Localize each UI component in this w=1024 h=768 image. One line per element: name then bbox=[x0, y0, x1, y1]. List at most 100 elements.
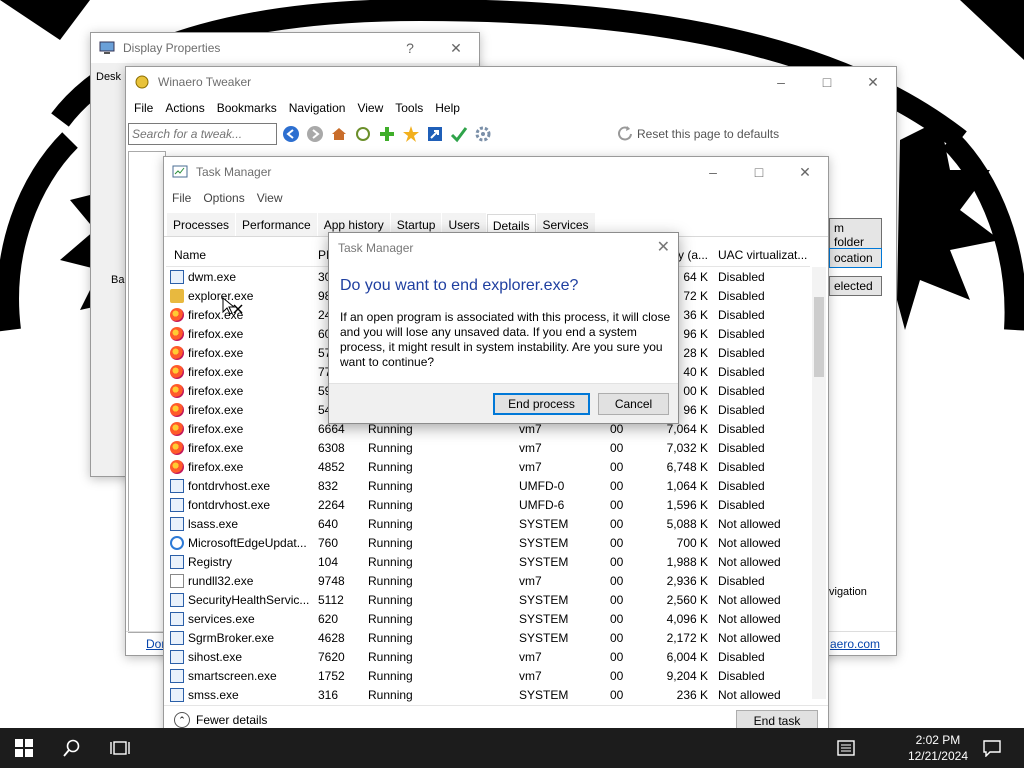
end-process-dialog: Task Manager ✕ Do you want to end explor… bbox=[328, 232, 679, 424]
table-row[interactable]: smss.exe 316 Running SYSTEM 00 236 K Not allow… bbox=[166, 685, 810, 704]
star-icon[interactable] bbox=[401, 124, 421, 144]
table-row[interactable]: fontdrvhost.exe 2264 Running UMFD-6 00 1,596 … bbox=[166, 495, 810, 514]
home-icon[interactable] bbox=[329, 124, 349, 144]
process-name-text: firefox.exe bbox=[188, 440, 244, 455]
process-user: SYSTEM bbox=[519, 687, 569, 702]
notifications-button[interactable] bbox=[968, 728, 1016, 768]
table-row[interactable]: SecurityHealthServic... 5112 Running SYSTEM… bbox=[166, 590, 810, 609]
table-row[interactable]: SgrmBroker.exe 4628 Running SYSTEM 00 2,172 K… bbox=[166, 628, 810, 647]
close-icon[interactable]: ✕ bbox=[657, 237, 670, 257]
menu-view[interactable]: View bbox=[351, 101, 389, 115]
menu-file[interactable]: File bbox=[128, 101, 159, 115]
tab-processes[interactable]: Processes bbox=[167, 213, 236, 236]
process-name: sihost.exe bbox=[166, 649, 314, 664]
process-user: SYSTEM bbox=[519, 535, 569, 550]
tweak-tree-panel[interactable] bbox=[128, 151, 166, 633]
table-row[interactable]: Registry 104 Running SYSTEM 00 1,988 K Not all… bbox=[166, 552, 810, 571]
menu-options[interactable]: Options bbox=[197, 191, 250, 205]
forward-arrow-icon[interactable] bbox=[305, 124, 325, 144]
process-user: SYSTEM bbox=[519, 630, 569, 645]
process-icon bbox=[170, 611, 184, 626]
dialog-title: Task Manager bbox=[338, 241, 414, 255]
tweak-search-input[interactable] bbox=[128, 123, 277, 145]
winaero-site-link[interactable]: aero.com bbox=[830, 637, 880, 651]
scrollbar-thumb[interactable] bbox=[814, 297, 824, 377]
close-button[interactable]: ✕ bbox=[433, 33, 479, 63]
open-folder-button[interactable]: m folder bbox=[829, 218, 882, 252]
process-name: firefox.exe bbox=[166, 421, 314, 436]
process-cpu: 00 bbox=[610, 611, 624, 626]
table-row[interactable]: smartscreen.exe 1752 Running vm7 00 9,204 K Di… bbox=[166, 666, 810, 685]
process-name-text: fontdrvhost.exe bbox=[188, 497, 271, 512]
column-name[interactable]: Name bbox=[166, 248, 314, 262]
process-cpu: 00 bbox=[610, 687, 624, 702]
task-manager-menubar: File Options View bbox=[164, 187, 828, 209]
maximize-button[interactable]: □ bbox=[804, 67, 850, 97]
process-pid: 6308 bbox=[318, 440, 345, 455]
process-pid: 640 bbox=[318, 516, 339, 531]
apply-check-icon[interactable] bbox=[449, 124, 469, 144]
end-process-button[interactable]: End process bbox=[493, 393, 590, 415]
search-button[interactable] bbox=[48, 728, 96, 768]
menu-file[interactable]: File bbox=[166, 191, 197, 205]
selected-button[interactable]: elected bbox=[829, 276, 882, 296]
process-name: firefox.exe bbox=[166, 326, 314, 341]
close-button[interactable]: ✕ bbox=[782, 157, 828, 187]
display-properties-titlebar[interactable]: Display Properties ? ✕ bbox=[91, 33, 479, 63]
winaero-titlebar[interactable]: Winaero Tweaker – □ ✕ bbox=[126, 67, 896, 97]
process-memory: 1,988 K bbox=[666, 554, 708, 569]
cancel-button[interactable]: Cancel bbox=[598, 393, 669, 415]
fewer-details-toggle[interactable]: ⌃ Fewer details bbox=[174, 712, 267, 728]
process-status: Running bbox=[368, 440, 413, 455]
task-manager-titlebar[interactable]: Task Manager – □ ✕ bbox=[164, 157, 828, 187]
process-name-text: SecurityHealthServic... bbox=[188, 592, 310, 607]
shortcut-icon[interactable] bbox=[425, 124, 445, 144]
menu-help[interactable]: Help bbox=[429, 101, 466, 115]
column-uac[interactable]: UAC virtualizat... bbox=[708, 248, 808, 262]
process-name: SecurityHealthServic... bbox=[166, 592, 314, 607]
taskbar-app-button[interactable] bbox=[822, 728, 870, 768]
maximize-button[interactable]: □ bbox=[736, 157, 782, 187]
task-view-button[interactable] bbox=[96, 728, 144, 768]
refresh-icon[interactable] bbox=[353, 124, 373, 144]
table-row[interactable]: services.exe 620 Running SYSTEM 00 4,096 K Not… bbox=[166, 609, 810, 628]
tab-performance[interactable]: Performance bbox=[236, 213, 317, 236]
menu-bookmarks[interactable]: Bookmarks bbox=[211, 101, 283, 115]
minimize-button[interactable]: – bbox=[690, 157, 736, 187]
help-button[interactable]: ? bbox=[387, 33, 433, 63]
menu-navigation[interactable]: Navigation bbox=[283, 101, 352, 115]
menu-view[interactable]: View bbox=[251, 191, 289, 205]
open-location-button[interactable]: ocation bbox=[829, 248, 882, 268]
minimize-button[interactable]: – bbox=[758, 67, 804, 97]
system-clock[interactable]: 2:02 PM 12/21/2024 bbox=[908, 732, 968, 764]
menu-actions[interactable]: Actions bbox=[159, 101, 210, 115]
close-button[interactable]: ✕ bbox=[850, 67, 896, 97]
clock-time: 2:02 PM bbox=[915, 733, 961, 747]
table-row[interactable]: MicrosoftEdgeUpdat... 760 Running SYSTEM 00 7… bbox=[166, 533, 810, 552]
process-cpu: 00 bbox=[610, 478, 624, 493]
table-row[interactable]: firefox.exe 6308 Running vm7 00 7,032 K Disabl… bbox=[166, 438, 810, 457]
table-row[interactable]: fontdrvhost.exe 832 Running UMFD-0 00 1,064 K… bbox=[166, 476, 810, 495]
process-pid: 4628 bbox=[318, 630, 345, 645]
task-manager-icon bbox=[172, 164, 188, 180]
start-button[interactable] bbox=[0, 728, 48, 768]
firefox-icon bbox=[170, 326, 184, 341]
navigation-stub: vigation bbox=[829, 586, 867, 598]
process-name-text: fontdrvhost.exe bbox=[188, 478, 271, 493]
table-row[interactable]: lsass.exe 640 Running SYSTEM 00 5,088 K Not al… bbox=[166, 514, 810, 533]
back-arrow-icon[interactable] bbox=[281, 124, 301, 144]
process-cpu: 00 bbox=[610, 440, 624, 455]
table-row[interactable]: firefox.exe 4852 Running vm7 00 6,748 K Disabl… bbox=[166, 457, 810, 476]
settings-gear-icon[interactable] bbox=[473, 124, 493, 144]
vertical-scrollbar[interactable] bbox=[812, 267, 826, 699]
firefox-icon bbox=[170, 421, 184, 436]
process-status: Running bbox=[368, 630, 413, 645]
add-bookmark-icon[interactable] bbox=[377, 124, 397, 144]
menu-tools[interactable]: Tools bbox=[389, 101, 429, 115]
table-row[interactable]: sihost.exe 7620 Running vm7 00 6,004 K Disable… bbox=[166, 647, 810, 666]
process-name: firefox.exe bbox=[166, 345, 314, 360]
reset-page-link[interactable]: Reset this page to defaults bbox=[617, 125, 779, 144]
desktop-tab-stub[interactable]: Desk bbox=[96, 71, 121, 83]
table-row[interactable]: rundll32.exe 9748 Running vm7 00 2,936 K Disab… bbox=[166, 571, 810, 590]
process-status: Running bbox=[368, 516, 413, 531]
